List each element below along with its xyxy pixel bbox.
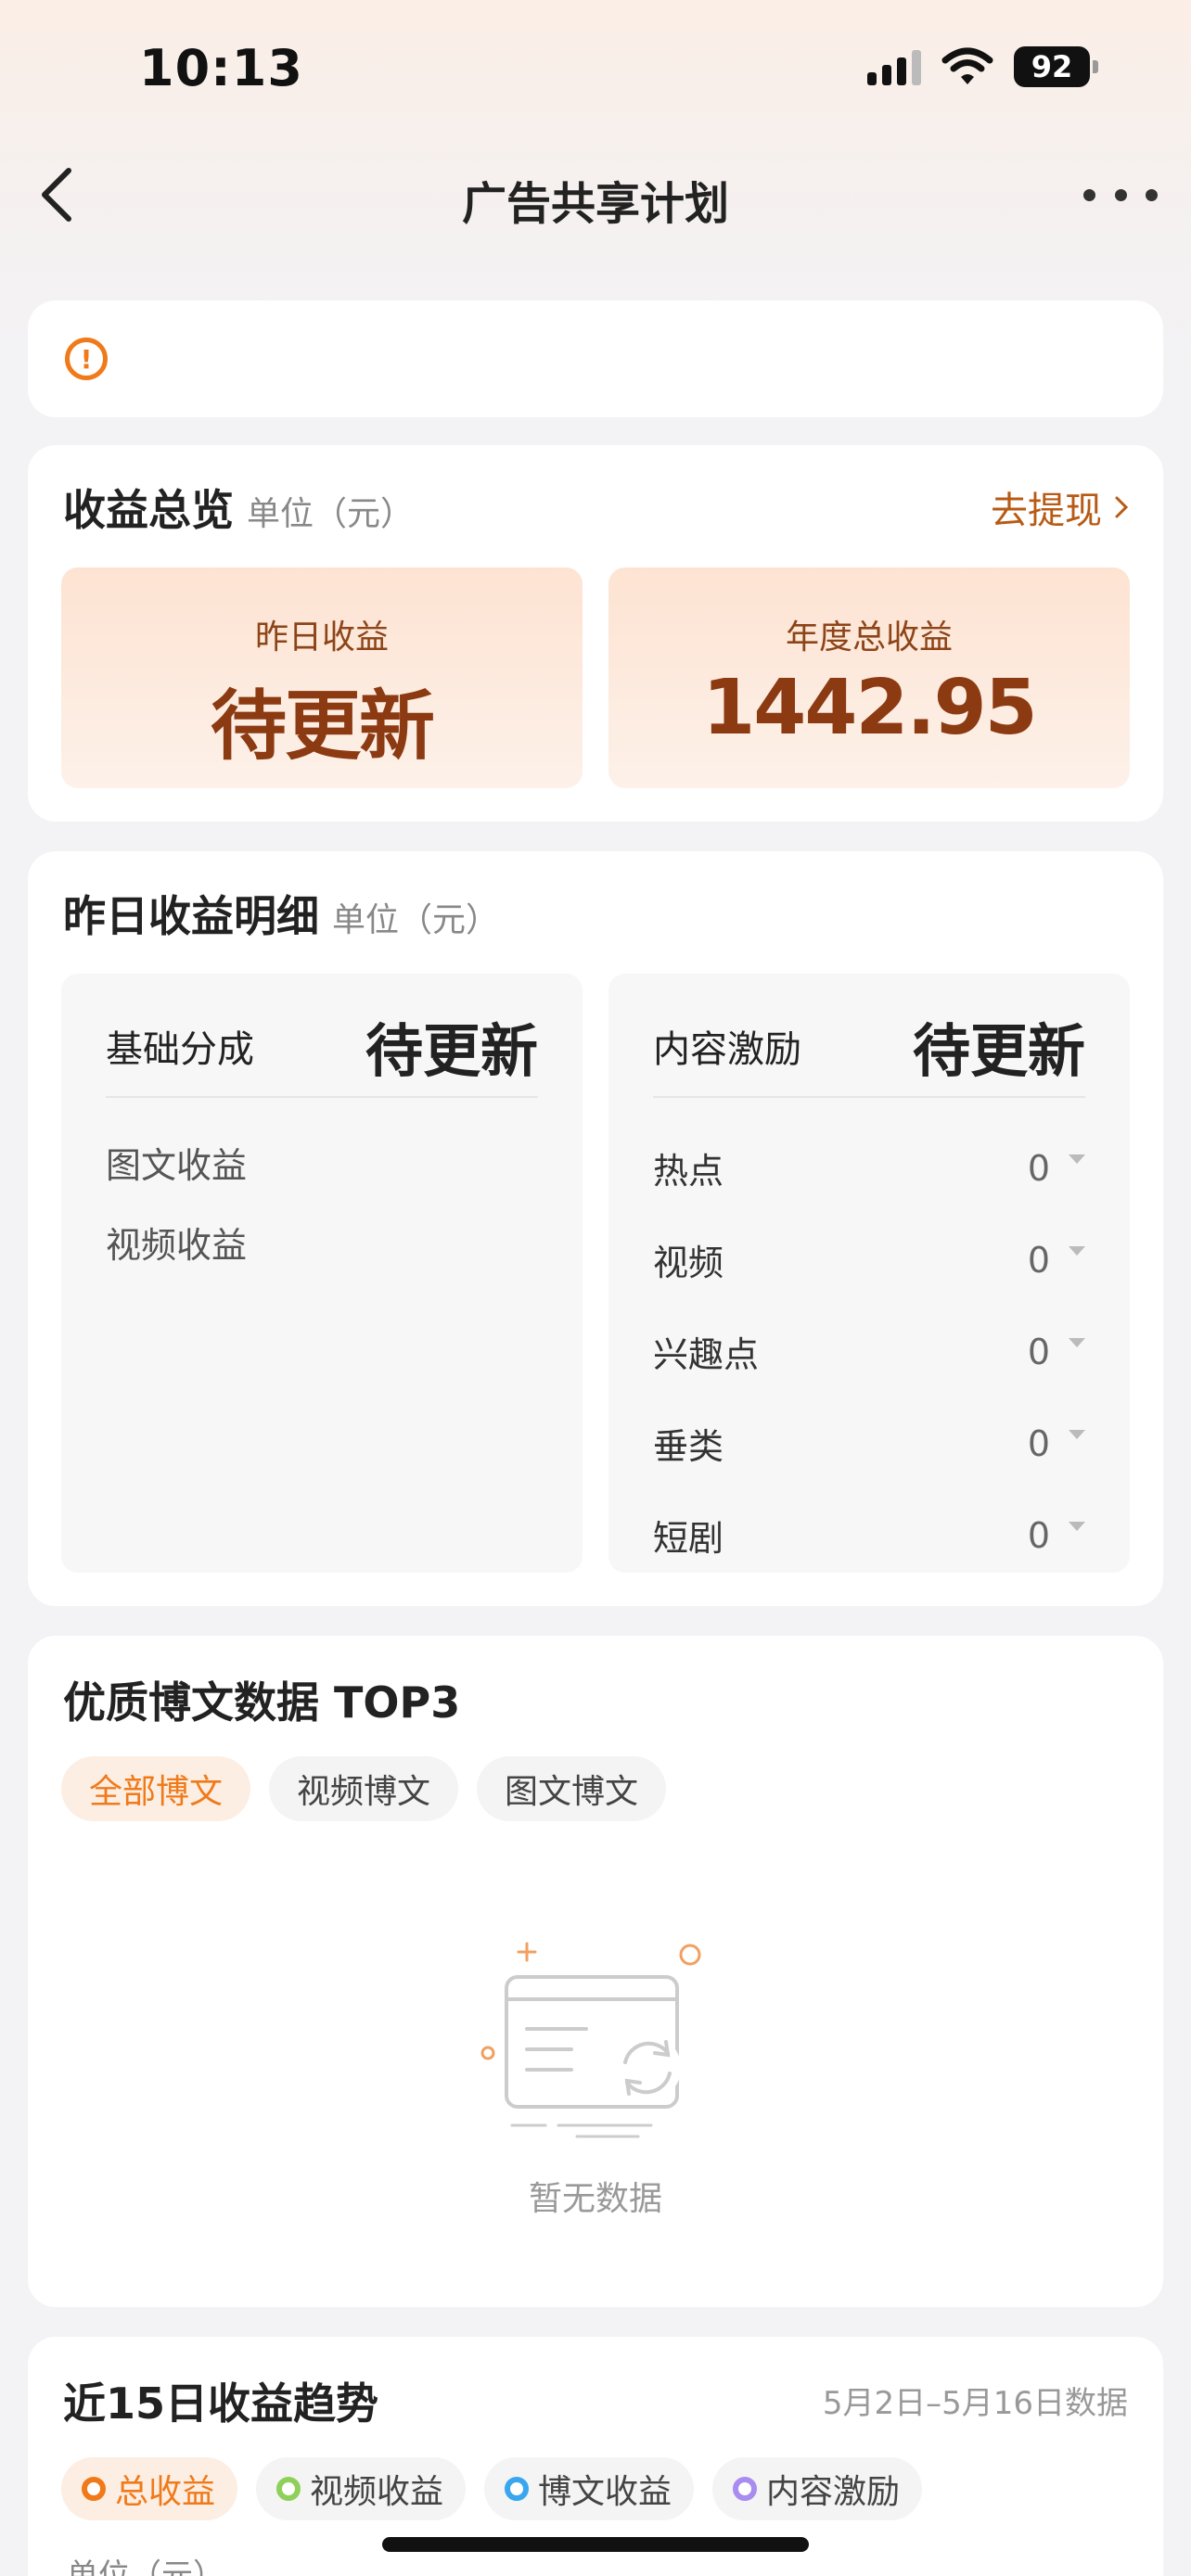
legend-dot-icon bbox=[505, 2477, 530, 2501]
yesterday-earnings-box: 昨日收益 待更新 bbox=[61, 567, 583, 788]
battery-level: 92 bbox=[1014, 46, 1090, 87]
legend-label: 内容激励 bbox=[766, 2473, 901, 2511]
status-bar: 10:13 92 bbox=[0, 0, 1191, 139]
list-item-label: 图文收益 bbox=[106, 1144, 248, 1186]
list-item-label: 视频收益 bbox=[106, 1224, 248, 1266]
legend-label: 视频收益 bbox=[310, 2473, 444, 2511]
tab-all-posts[interactable]: 全部博文 bbox=[61, 1756, 251, 1821]
incentive-item-value: 0 bbox=[1027, 1331, 1050, 1372]
caret-down-icon bbox=[1069, 1154, 1085, 1164]
annual-earnings-label: 年度总收益 bbox=[785, 618, 953, 657]
yesterday-detail-card: 昨日收益明细 单位（元） 基础分成 待更新 图文收益 视频收益 内容激励 待更新 … bbox=[28, 851, 1163, 1606]
overview-title-text: 收益总览 bbox=[63, 485, 234, 535]
incentive-item-label: 垂类 bbox=[653, 1426, 724, 1467]
tab-video-posts[interactable]: 视频博文 bbox=[269, 1756, 459, 1821]
yesterday-earnings-label: 昨日收益 bbox=[254, 618, 389, 657]
annual-earnings-value: 1442.95 bbox=[702, 664, 1037, 752]
legend-content-incentive[interactable]: 内容激励 bbox=[712, 2457, 923, 2520]
detail-unit: 单位（元） bbox=[332, 901, 500, 939]
home-indicator[interactable] bbox=[382, 2537, 809, 2552]
empty-state-icon bbox=[480, 1942, 701, 2138]
incentive-item-label: 兴趣点 bbox=[653, 1334, 760, 1375]
base-share-value: 待更新 bbox=[365, 1017, 538, 1085]
base-share-list: 图文收益 视频收益 bbox=[106, 1122, 538, 1282]
cellular-signal-icon bbox=[867, 48, 921, 85]
incentive-item-value: 0 bbox=[1027, 1239, 1050, 1281]
incentive-item-label: 视频 bbox=[653, 1243, 724, 1283]
annual-earnings-box: 年度总收益 1442.95 bbox=[608, 567, 1130, 788]
top-posts-card: 优质博文数据 TOP3 全部博文 视频博文 图文博文 暂无数据 bbox=[28, 1636, 1163, 2307]
content-incentive-header: 内容激励 待更新 bbox=[653, 996, 1085, 1098]
overview-unit: 单位（元） bbox=[247, 495, 415, 533]
incentive-item-value: 0 bbox=[1027, 1422, 1050, 1464]
list-item: 图文收益 bbox=[106, 1122, 538, 1202]
chevron-right-icon bbox=[1115, 496, 1128, 518]
trend-legend: 总收益 视频收益 博文收益 内容激励 bbox=[61, 2457, 923, 2520]
legend-video-earnings[interactable]: 视频收益 bbox=[256, 2457, 467, 2520]
withdraw-link[interactable]: 去提现 bbox=[991, 480, 1128, 534]
caret-down-icon bbox=[1069, 1337, 1085, 1347]
incentive-item-label: 短剧 bbox=[653, 1518, 724, 1559]
caret-down-icon bbox=[1069, 1521, 1085, 1531]
caret-down-icon bbox=[1069, 1245, 1085, 1256]
overview-title: 收益总览 单位（元） bbox=[63, 477, 414, 538]
content-incentive-value: 待更新 bbox=[912, 1017, 1085, 1085]
wifi-icon bbox=[941, 47, 993, 84]
incentive-item-value: 0 bbox=[1027, 1514, 1050, 1556]
incentive-item-video[interactable]: 视频 0 bbox=[653, 1214, 1085, 1306]
incentive-item-value: 0 bbox=[1027, 1147, 1050, 1189]
notice-banner[interactable]: ! bbox=[28, 300, 1163, 417]
base-share-box: 基础分成 待更新 图文收益 视频收益 bbox=[61, 974, 583, 1573]
legend-label: 博文收益 bbox=[538, 2473, 672, 2511]
detail-title-text: 昨日收益明细 bbox=[63, 891, 319, 941]
top-posts-title: 优质博文数据 TOP3 bbox=[63, 1677, 461, 1728]
empty-state-text: 暂无数据 bbox=[528, 2180, 662, 2218]
more-options-button[interactable] bbox=[1083, 176, 1158, 213]
alert-icon: ! bbox=[65, 338, 108, 380]
legend-label: 总收益 bbox=[115, 2473, 216, 2511]
tab-image-text-posts[interactable]: 图文博文 bbox=[477, 1756, 667, 1821]
incentive-item-vertical[interactable]: 垂类 0 bbox=[653, 1397, 1085, 1489]
legend-dot-icon bbox=[733, 2477, 758, 2501]
top-posts-tabs: 全部博文 视频博文 图文博文 bbox=[61, 1756, 667, 1821]
legend-dot-icon bbox=[276, 2477, 301, 2501]
withdraw-label: 去提现 bbox=[991, 490, 1102, 532]
page-title: 广告共享计划 bbox=[461, 178, 729, 230]
yesterday-earnings-value: 待更新 bbox=[210, 682, 435, 771]
incentive-item-short-drama[interactable]: 短剧 0 bbox=[653, 1489, 1085, 1581]
nav-bar: 广告共享计划 bbox=[0, 148, 1191, 241]
status-icons: 92 bbox=[867, 46, 1098, 87]
content-incentive-list: 热点 0 视频 0 兴趣点 0 垂类 0 短剧 0 bbox=[653, 1122, 1085, 1581]
detail-title: 昨日收益明细 单位（元） bbox=[63, 883, 499, 944]
legend-dot-icon bbox=[82, 2477, 106, 2501]
caret-down-icon bbox=[1069, 1429, 1085, 1439]
trend-unit: 单位（元） bbox=[67, 2557, 224, 2576]
content-incentive-label: 内容激励 bbox=[653, 1028, 801, 1071]
status-time: 10:13 bbox=[139, 39, 303, 97]
battery-icon: 92 bbox=[1014, 46, 1098, 87]
earnings-overview-card: 收益总览 单位（元） 去提现 昨日收益 待更新 年度总收益 1442.95 bbox=[28, 445, 1163, 822]
incentive-item-label: 热点 bbox=[653, 1151, 724, 1192]
list-item: 视频收益 bbox=[106, 1202, 538, 1282]
trend-date-range: 5月2日–5月16日数据 bbox=[822, 2385, 1128, 2422]
base-share-header: 基础分成 待更新 bbox=[106, 996, 538, 1098]
incentive-item-hot[interactable]: 热点 0 bbox=[653, 1122, 1085, 1214]
content-incentive-box: 内容激励 待更新 热点 0 视频 0 兴趣点 0 垂类 0 短剧 0 bbox=[608, 974, 1130, 1573]
trend-title: 近15日收益趋势 bbox=[63, 2378, 379, 2429]
base-share-label: 基础分成 bbox=[106, 1028, 254, 1071]
incentive-item-poi[interactable]: 兴趣点 0 bbox=[653, 1306, 1085, 1397]
legend-total-earnings[interactable]: 总收益 bbox=[61, 2457, 238, 2520]
legend-post-earnings[interactable]: 博文收益 bbox=[484, 2457, 695, 2520]
